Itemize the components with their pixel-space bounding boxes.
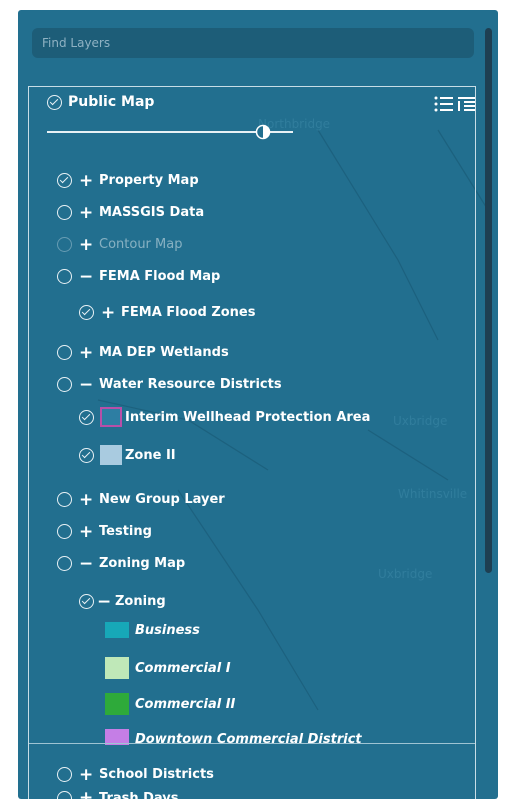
legend-label: Commercial II xyxy=(135,696,236,712)
panel-scrollbar[interactable] xyxy=(485,28,492,573)
layer-row-ma-dep-wetlands[interactable]: + MA DEP Wetlands xyxy=(57,344,229,361)
layer-row-new-group-layer[interactable]: + New Group Layer xyxy=(57,491,225,508)
layer-label: MASSGIS Data xyxy=(99,205,205,220)
layer-row-zoning[interactable]: − Zoning xyxy=(79,593,166,610)
layer-row-contour-map[interactable]: + Contour Map xyxy=(57,236,183,253)
expand-icon[interactable]: + xyxy=(79,236,93,253)
root-layer-label: Public Map xyxy=(68,94,155,110)
visibility-checkbox[interactable] xyxy=(57,205,72,220)
expand-icon[interactable]: + xyxy=(79,766,93,783)
expand-icon[interactable]: + xyxy=(79,344,93,361)
layer-label: FEMA Flood Zones xyxy=(121,305,256,320)
layer-row-fema-flood-zones[interactable]: + FEMA Flood Zones xyxy=(79,304,256,321)
root-layer-row[interactable]: Public Map xyxy=(47,94,154,110)
layer-label: Zoning Map xyxy=(99,556,186,571)
expand-icon[interactable]: + xyxy=(79,791,93,799)
visibility-checkbox[interactable] xyxy=(57,791,72,799)
layer-row-interim-wellhead[interactable]: Interim Wellhead Protection Area xyxy=(79,407,370,427)
layer-row-testing[interactable]: + Testing xyxy=(57,523,152,540)
layer-label: Zoning xyxy=(115,594,166,609)
visibility-checkbox[interactable] xyxy=(57,377,72,392)
visibility-checkbox[interactable] xyxy=(57,492,72,507)
layer-label: Water Resource Districts xyxy=(99,377,282,392)
legend-swatch xyxy=(100,445,122,465)
layer-label: MA DEP Wetlands xyxy=(99,345,229,360)
layer-row-property-map[interactable]: + Property Map xyxy=(57,172,199,189)
collapse-icon[interactable]: − xyxy=(97,593,111,610)
legend-swatch xyxy=(105,622,129,638)
visibility-checkbox[interactable] xyxy=(57,767,72,782)
collapse-icon[interactable]: − xyxy=(79,555,93,572)
layer-label: Property Map xyxy=(99,173,199,188)
list-view-icon[interactable] xyxy=(433,95,455,113)
find-layers-search[interactable] xyxy=(32,28,474,58)
visibility-checkbox[interactable] xyxy=(79,305,94,320)
expand-icon[interactable]: + xyxy=(79,523,93,540)
legend-view-icon[interactable] xyxy=(457,95,476,113)
visibility-checkbox[interactable] xyxy=(79,594,94,609)
legend-item-commercial-i: Commercial I xyxy=(105,657,231,679)
layer-row-water-resource-districts[interactable]: − Water Resource Districts xyxy=(57,376,282,393)
layer-label: Testing xyxy=(99,524,152,539)
visibility-checkbox[interactable] xyxy=(47,94,62,110)
visibility-checkbox[interactable] xyxy=(79,409,94,425)
expand-icon[interactable]: + xyxy=(79,172,93,189)
legend-scroll-divider xyxy=(29,743,475,744)
visibility-checkbox[interactable] xyxy=(57,237,72,252)
opacity-slider-thumb[interactable] xyxy=(255,124,271,140)
visibility-checkbox[interactable] xyxy=(57,556,72,571)
layer-label: FEMA Flood Map xyxy=(99,269,221,284)
layer-row-school-districts[interactable]: + School Districts xyxy=(57,766,214,783)
layer-label: Contour Map xyxy=(99,237,183,252)
legend-scrollbar-thumb[interactable] xyxy=(475,689,476,715)
legend-item-business: Business xyxy=(105,622,200,638)
layer-row-fema-flood-map[interactable]: − FEMA Flood Map xyxy=(57,268,221,285)
layer-panel: Northbridge Uxbridge Whitinsville Uxbrid… xyxy=(18,10,498,799)
layer-label: New Group Layer xyxy=(99,492,225,507)
search-input[interactable] xyxy=(40,35,466,51)
layer-label: Interim Wellhead Protection Area xyxy=(125,409,371,425)
visibility-checkbox[interactable] xyxy=(57,345,72,360)
expand-icon[interactable]: + xyxy=(101,304,115,321)
layer-row-zone-ii[interactable]: Zone II xyxy=(79,445,176,465)
layer-row-trash-days[interactable]: + Trash Days xyxy=(57,791,179,799)
legend-swatch xyxy=(105,693,129,715)
layer-label: Zone II xyxy=(125,447,176,463)
legend-label: Business xyxy=(135,622,200,638)
legend-swatch xyxy=(105,657,129,679)
visibility-checkbox[interactable] xyxy=(79,447,94,463)
visibility-checkbox[interactable] xyxy=(57,524,72,539)
legend-swatch xyxy=(100,407,122,427)
layer-label: School Districts xyxy=(99,767,214,782)
layer-tree: Public Map + Property Map + MASSGIS Data +… xyxy=(28,86,476,799)
layer-row-massgis-data[interactable]: + MASSGIS Data xyxy=(57,204,205,221)
visibility-checkbox[interactable] xyxy=(57,173,72,188)
visibility-checkbox[interactable] xyxy=(57,269,72,284)
layer-row-zoning-map[interactable]: − Zoning Map xyxy=(57,555,186,572)
expand-icon[interactable]: + xyxy=(79,491,93,508)
legend-item-commercial-ii: Commercial II xyxy=(105,693,235,715)
layer-label: Trash Days xyxy=(99,791,179,799)
legend-label: Commercial I xyxy=(135,660,231,676)
collapse-icon[interactable]: − xyxy=(79,376,93,393)
expand-icon[interactable]: + xyxy=(79,204,93,221)
collapse-icon[interactable]: − xyxy=(79,268,93,285)
